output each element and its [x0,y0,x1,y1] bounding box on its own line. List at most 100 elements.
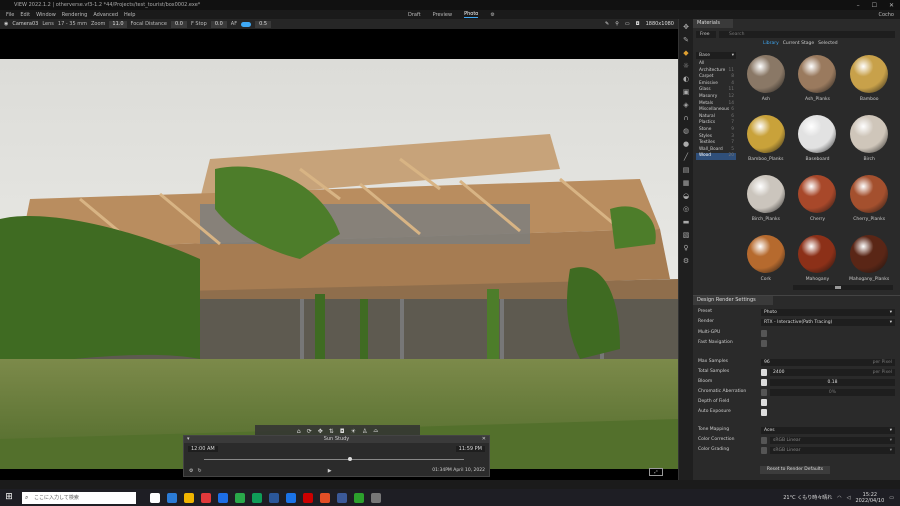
cube-tool-icon[interactable]: ▣ [682,88,691,97]
mode-draft[interactable]: Draft [408,12,421,18]
taskbar-app-icon[interactable] [303,492,313,503]
weather-label[interactable]: 21°C くもり時々晴れ [783,494,832,501]
person-icon[interactable]: ♙ [362,428,367,435]
play-icon[interactable]: ▶ [328,468,332,474]
maximize-icon[interactable]: ☐ [872,2,877,9]
line-tool-icon[interactable]: ╱ [682,153,691,162]
af-toggle[interactable] [241,21,252,27]
move-tool-icon[interactable]: ✥ [682,23,691,32]
render-settings-tab[interactable]: Design Render Settings [693,296,773,305]
network-icon[interactable]: ◠ [837,495,841,501]
total-samples-checkbox[interactable] [761,368,767,376]
material-swatch[interactable]: Cork [740,232,792,292]
render-select[interactable]: RTX - Interactive(Path Tracing) ▾ [761,318,895,326]
camera-nav-icon[interactable]: ◘ [340,428,345,435]
end-time-field[interactable]: 11:59 PM [455,445,485,452]
ruler-icon[interactable]: ▭ [625,21,630,27]
walk-icon[interactable]: ⇅ [329,428,334,435]
material-swatch[interactable]: Cherry [792,172,844,232]
user-box[interactable]: Cocho [872,10,894,19]
minimize-icon[interactable]: – [857,2,860,9]
total-samples-field[interactable]: 2400 per Pixel [770,368,895,376]
zoom-field[interactable]: 11.0 [109,20,127,28]
menu-advanced[interactable]: Advanced [93,12,118,18]
bloom-checkbox[interactable] [761,378,767,386]
collapse-icon[interactable]: ▾ [187,436,190,443]
menu-help[interactable]: Help [124,12,135,18]
material-swatch[interactable]: Cherry_Planks [843,172,895,232]
camera-select[interactable]: Camera03 [12,21,38,27]
layers-tool-icon[interactable]: ▤ [682,166,691,175]
material-swatch[interactable]: Birch [843,112,895,172]
taskbar-app-icon[interactable] [167,492,177,503]
material-swatch[interactable]: Mahogany [792,232,844,292]
sun-time-slider[interactable] [204,457,464,461]
menu-window[interactable]: Window [36,12,56,18]
loop-icon[interactable]: ↻ [197,468,201,474]
sun-time-knob[interactable] [347,457,352,461]
auto-exposure-checkbox[interactable] [761,408,767,416]
free-filter[interactable]: Free [696,31,716,38]
chromatic-aberration-checkbox[interactable] [761,388,767,396]
max-samples-field[interactable]: 96 per Pixel [761,358,895,366]
pan-icon[interactable]: ✥ [318,428,323,435]
brush-tool-icon[interactable]: ✎ [682,36,691,45]
preset-select[interactable]: Photo ▾ [761,308,895,316]
materials-tab[interactable]: Materials [693,19,733,28]
material-swatch[interactable]: Birch_Planks [740,172,792,232]
mode-photo[interactable]: Photo [464,11,479,18]
notification-icon[interactable]: ▭ [889,495,894,501]
bloom-slider[interactable]: 0.18 [770,378,895,386]
depth-of-field-checkbox[interactable] [761,398,767,406]
taskbar-app-icon[interactable] [184,492,194,503]
menu-file[interactable]: File [6,12,14,18]
taskbar-app-icon[interactable] [286,492,296,503]
hat-icon[interactable]: ⌓ [373,427,378,435]
arch-tool-icon[interactable]: ∩ [682,114,691,123]
eye-icon[interactable]: ◉ [4,21,8,27]
material-swatch[interactable]: Bamboo_Planks [740,112,792,172]
color-correction-select[interactable]: sRGB Linear ▾ [770,436,895,444]
settings-small-icon[interactable]: ⚙ [189,468,193,474]
taskbar-app-icon[interactable] [337,492,347,503]
reset-render-defaults-button[interactable]: Reset to Render Defaults [760,466,830,474]
taskbar-app-icon[interactable] [320,492,330,503]
category-item[interactable]: All [696,61,736,68]
taskbar-app-icon[interactable] [354,492,364,503]
tone-mapping-select[interactable]: Aces ▾ [761,426,895,434]
grid-tool-icon[interactable]: ▦ [682,179,691,188]
material-swatch[interactable]: Ash_Planks [792,52,844,112]
close-icon[interactable]: ✕ [482,436,486,443]
taskbar-app-icon[interactable] [150,492,160,503]
windows-start-icon[interactable]: ⊞ [2,489,16,506]
category-item[interactable]: Textiles 7 [696,140,736,147]
image-tool-icon[interactable]: ▧ [682,231,691,240]
camera-icon[interactable]: ◘ [636,21,640,27]
fstop-field[interactable]: 0.0 [210,20,227,28]
material-tool-icon[interactable]: ◆ [682,49,691,58]
category-item[interactable]: Stone 9 [696,127,736,134]
pen-icon[interactable]: ✎ [605,21,609,27]
taskbar-app-icon[interactable] [371,492,381,503]
material-swatch[interactable]: Baseboard [792,112,844,172]
start-time-field[interactable]: 12:00 AM [188,445,218,452]
category-item[interactable]: Miscellaneous 6 [696,107,736,114]
material-swatch[interactable]: Ash [740,52,792,112]
video-tool-icon[interactable]: ▬ [682,218,691,227]
bulb-tool-icon[interactable]: ♀ [682,244,691,253]
mode-settings-icon[interactable]: ⚙ [490,12,494,18]
materials-search-input[interactable]: Search [719,31,895,38]
menu-edit[interactable]: Edit [20,12,30,18]
af-field[interactable]: 0.5 [255,20,272,28]
globe-tool-icon[interactable]: ◍ [682,127,691,136]
category-dropdown[interactable]: Base ▾ [696,52,736,59]
subtab-library[interactable]: Library [763,41,779,46]
volume-icon[interactable]: ◁ [847,495,851,501]
home-icon[interactable]: ⌂ [297,428,301,435]
swatch-size-slider[interactable] [793,285,893,290]
category-item[interactable]: Wood 20 [696,153,736,160]
category-item[interactable]: Carpet 8 [696,74,736,81]
subtab-selected[interactable]: Selected [818,41,838,46]
category-item[interactable]: Plastics 7 [696,120,736,127]
palette-tool-icon[interactable]: ◐ [682,75,691,84]
